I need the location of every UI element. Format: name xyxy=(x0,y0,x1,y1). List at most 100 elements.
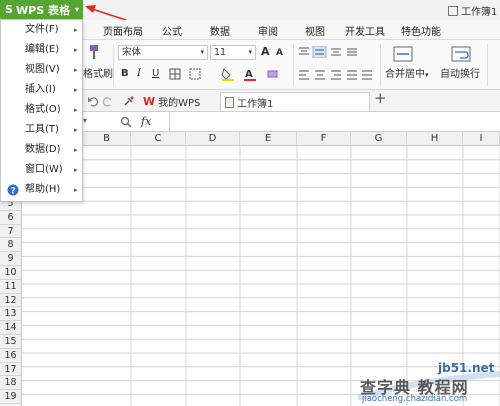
watermark-site: jb51.net xyxy=(438,361,495,375)
row-header-11[interactable]: 11 xyxy=(0,279,22,294)
menu-item-tools[interactable]: 工具(T) ▸ xyxy=(1,120,82,140)
tab-data[interactable]: 数据 xyxy=(210,23,230,38)
chevron-right-icon: ▸ xyxy=(74,126,78,134)
chevron-right-icon: ▸ xyxy=(74,166,78,174)
svg-text:?: ? xyxy=(11,187,16,197)
merge-center-button[interactable]: 合并居中▾ xyxy=(385,69,429,81)
chevron-right-icon: ▸ xyxy=(74,146,78,154)
document-tab-bar: W 我的WPS 工作簿1 + xyxy=(83,90,500,112)
wps-app-menu-button[interactable]: S WPS 表格 ▾ xyxy=(0,0,83,19)
wps-app-menu: 文件(F) ▸ 编辑(E) ▸ 视图(V) ▸ 插入(I) ▸ 格式(O) ▸ … xyxy=(0,19,83,202)
undo-icon[interactable] xyxy=(87,95,99,107)
column-header-c[interactable]: C xyxy=(131,132,186,146)
column-header-g[interactable]: G xyxy=(351,132,407,146)
bold-button[interactable]: B xyxy=(121,68,129,80)
horizontal-align-group-icon[interactable] xyxy=(298,69,373,81)
column-header-f[interactable]: F xyxy=(297,132,351,146)
row-header-17[interactable]: 17 xyxy=(0,362,22,377)
wrap-text-icon[interactable] xyxy=(451,45,471,63)
menu-item-insert[interactable]: 插入(I) ▸ xyxy=(1,80,82,100)
vertical-align-group-icon[interactable] xyxy=(298,46,358,58)
row-header-12[interactable]: 12 xyxy=(0,293,22,308)
chevron-down-icon: ▾ xyxy=(200,48,204,56)
sheet-file-icon xyxy=(225,96,234,108)
new-tab-button[interactable]: + xyxy=(374,91,387,106)
column-header-h[interactable]: H xyxy=(407,132,463,146)
chevron-right-icon: ▸ xyxy=(74,86,78,94)
tab-review[interactable]: 审阅 xyxy=(258,23,278,38)
column-header-e[interactable]: E xyxy=(240,132,297,146)
row-header-14[interactable]: 14 xyxy=(0,321,22,335)
chevron-down-icon: ▾ xyxy=(74,5,79,14)
ribbon-toolbar: 格式刷 宋体 ▾ 11 ▾ A A B I U A 合并居中▾ 自动换行 xyxy=(83,40,500,90)
formula-input[interactable] xyxy=(169,112,500,131)
formula-bar: ▾ fx xyxy=(83,112,500,132)
row-header-8[interactable]: 8 xyxy=(0,238,22,253)
wps-w-logo-icon: W xyxy=(143,95,156,108)
tab-my-wps[interactable]: W 我的WPS xyxy=(139,92,204,111)
tab-page-layout[interactable]: 页面布局 xyxy=(103,23,143,38)
help-icon: ? xyxy=(7,184,19,196)
merge-center-icon[interactable] xyxy=(393,45,413,63)
chevron-down-icon[interactable]: ▾ xyxy=(83,116,87,125)
borders-icon[interactable] xyxy=(169,68,181,80)
tab-formulas[interactable]: 公式 xyxy=(162,23,182,38)
ribbon-tabs: 页面布局 公式 数据 审阅 视图 开发工具 特色功能 xyxy=(83,20,500,40)
brush-icon[interactable] xyxy=(87,44,101,60)
row-header-19[interactable]: 19 xyxy=(0,390,22,404)
underline-button[interactable]: U xyxy=(152,68,159,80)
increase-font-button[interactable]: A xyxy=(261,46,270,58)
font-size-select[interactable]: 11 ▾ xyxy=(210,45,256,60)
row-header-6[interactable]: 6 xyxy=(0,210,22,225)
format-painter-button[interactable]: 格式刷 xyxy=(83,69,113,81)
row-header-13[interactable]: 13 xyxy=(0,307,22,322)
row-header-9[interactable]: 9 xyxy=(0,252,22,266)
menu-item-window[interactable]: 窗口(W) ▸ xyxy=(1,160,82,180)
row-header-15[interactable]: 15 xyxy=(0,335,22,349)
window-title-area: 工作簿1 xyxy=(448,3,497,18)
menu-item-view[interactable]: 视图(V) ▸ xyxy=(1,60,82,80)
tab-workbook-1[interactable]: 工作簿1 xyxy=(220,92,370,111)
column-header-i[interactable]: I xyxy=(463,132,500,146)
chevron-down-icon: ▾ xyxy=(248,48,252,56)
column-header-b[interactable]: B xyxy=(83,132,131,146)
chevron-right-icon: ▸ xyxy=(74,106,78,114)
row-header-18[interactable]: 18 xyxy=(0,376,22,391)
menu-item-edit[interactable]: 编辑(E) ▸ xyxy=(1,40,82,60)
row-header-16[interactable]: 16 xyxy=(0,348,22,363)
clear-format-icon[interactable] xyxy=(266,68,280,80)
chevron-down-icon: ▾ xyxy=(425,71,429,79)
fill-color-icon[interactable] xyxy=(221,67,235,81)
chevron-right-icon: ▸ xyxy=(74,46,78,54)
row-header-7[interactable]: 7 xyxy=(0,224,22,239)
font-color-icon[interactable]: A xyxy=(243,67,257,81)
font-name-select[interactable]: 宋体 ▾ xyxy=(118,45,208,60)
merge-format-icon[interactable] xyxy=(189,68,201,80)
menu-item-file[interactable]: 文件(F) ▸ xyxy=(1,20,82,40)
wrap-text-button[interactable]: 自动换行 xyxy=(440,69,480,81)
menu-item-data[interactable]: 数据(D) ▸ xyxy=(1,140,82,160)
tab-developer[interactable]: 开发工具 xyxy=(345,23,385,38)
tab-special-features[interactable]: 特色功能 xyxy=(401,23,441,38)
document-icon xyxy=(448,5,458,16)
zoom-icon[interactable] xyxy=(120,116,132,128)
pin-icon[interactable] xyxy=(123,95,135,107)
chevron-right-icon: ▸ xyxy=(74,26,78,34)
decrease-font-button[interactable]: A xyxy=(276,47,283,59)
row-header-10[interactable]: 10 xyxy=(0,266,22,280)
wps-logo-icon: S xyxy=(5,3,13,16)
tab-view[interactable]: 视图 xyxy=(305,23,325,38)
menu-item-help[interactable]: ? 帮助(H) ▸ xyxy=(1,180,82,200)
chevron-right-icon: ▸ xyxy=(74,66,78,74)
column-header-d[interactable]: D xyxy=(186,132,240,146)
window-title: 工作簿1 xyxy=(461,7,498,18)
italic-button[interactable]: I xyxy=(137,68,141,80)
menu-item-format[interactable]: 格式(O) ▸ xyxy=(1,100,82,120)
watermark-line2: jiaocheng.chazidian.com xyxy=(362,394,468,404)
chevron-right-icon: ▸ xyxy=(74,186,78,194)
svg-text:A: A xyxy=(245,69,253,80)
site-watermark: jb51.net 查字典 教程网 jiaocheng.chazidian.com xyxy=(358,360,500,406)
annotation-arrow-icon xyxy=(85,5,127,21)
redo-icon[interactable] xyxy=(102,95,114,107)
function-button[interactable]: fx xyxy=(141,115,151,128)
